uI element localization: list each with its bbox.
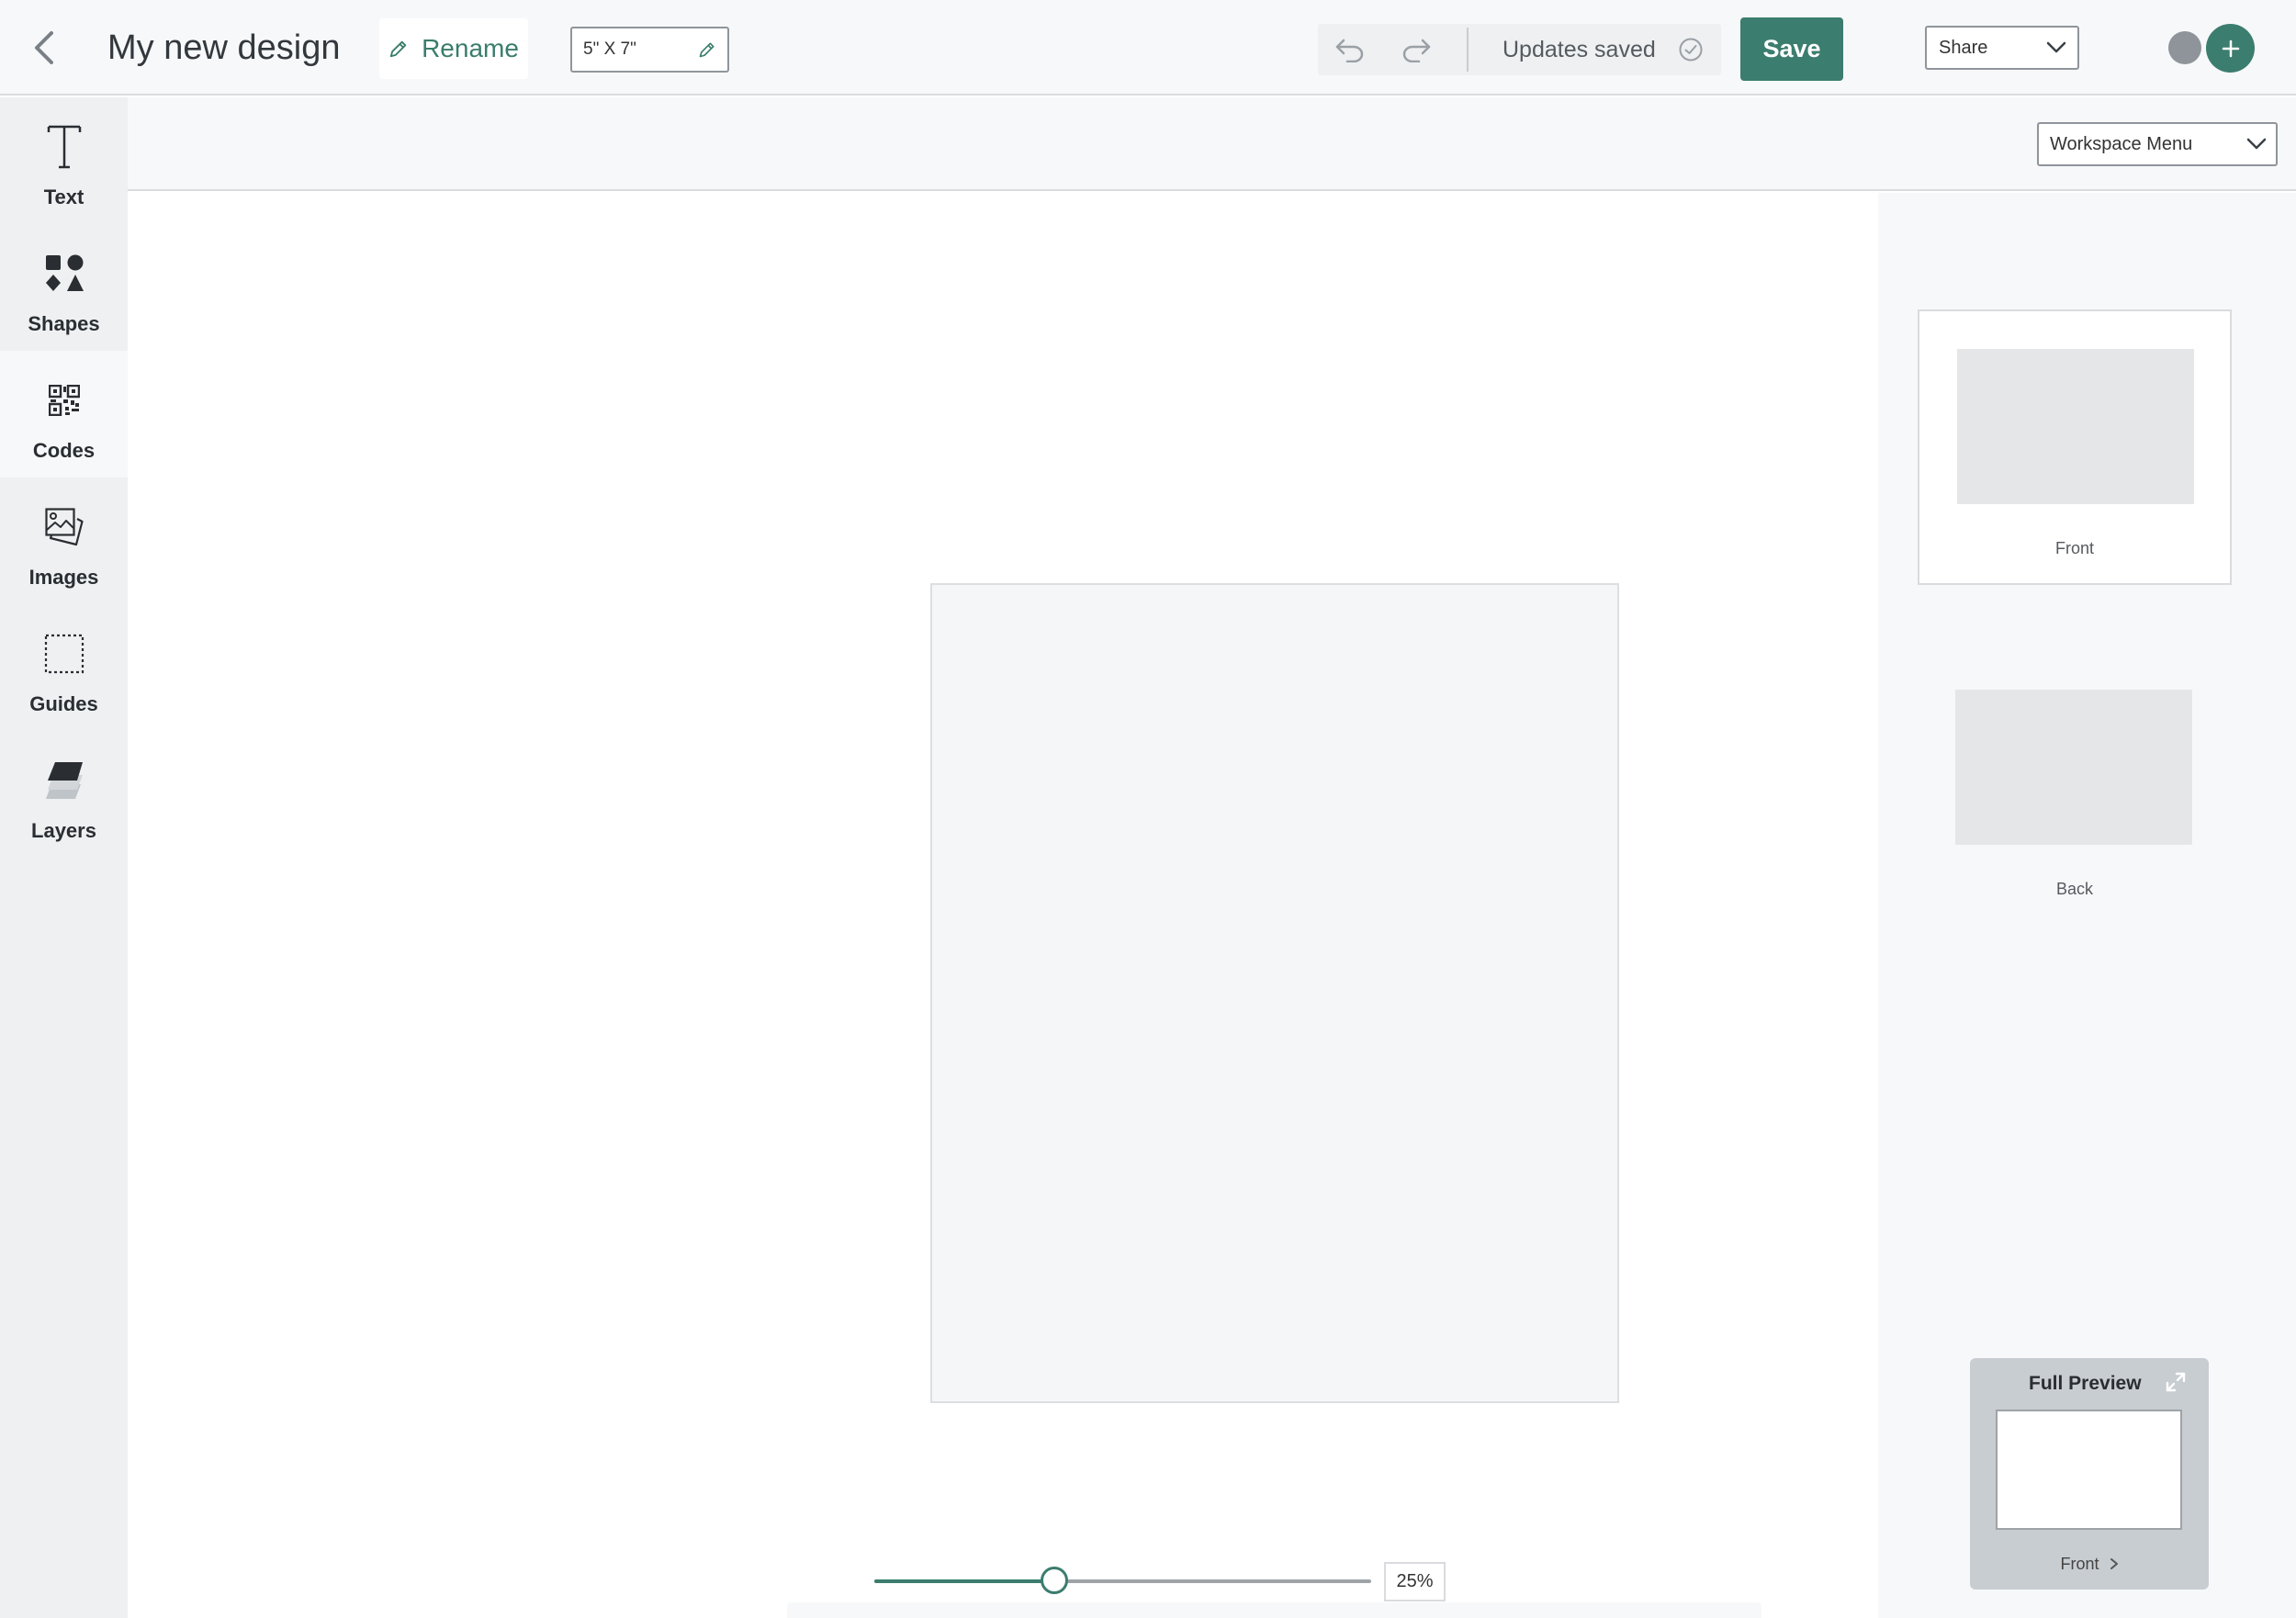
design-title: My new design [107,28,341,67]
save-button[interactable]: Save [1740,17,1843,81]
add-collaborator-button[interactable] [2206,24,2255,73]
page-card-front[interactable]: Front [1918,309,2232,585]
redo-button[interactable] [1384,24,1448,75]
sidebar-item-label: Text [43,185,84,208]
sidebar-item-text[interactable]: Text [0,97,128,224]
save-status: Updates saved [1503,37,1656,62]
canvas-area[interactable] [128,193,1878,1618]
chevron-left-icon [35,31,53,64]
workspace-menu-label: Workspace Menu [2050,133,2193,154]
check-circle-icon [1679,38,1703,62]
sidebar-item-shapes[interactable]: Shapes [0,224,128,351]
expand-icon[interactable] [2166,1372,2186,1392]
undo-button[interactable] [1318,24,1382,75]
size-field[interactable]: 5" X 7" [570,27,729,73]
sidebar-item-codes[interactable]: Codes [0,351,128,478]
zoom-slider[interactable] [874,1567,1371,1594]
chevron-right-icon [2110,1558,2118,1569]
text-icon [47,125,81,169]
page-thumbnail [1957,349,2194,504]
share-dropdown[interactable]: Share [1925,26,2079,70]
chevron-down-icon [2046,41,2066,53]
sidebar-item-label: Shapes [28,312,100,335]
page-label: Front [2054,539,2094,557]
zoom-slider-fill [874,1579,1055,1583]
full-preview-thumbnail [1996,1410,2182,1530]
redo-icon [1402,39,1431,62]
images-icon [44,508,84,546]
tools-sidebar: Text Shapes Codes Images Guides Layers [0,97,128,1618]
top-bar: My new design Rename 5" X 7" Updates sav… [0,0,2296,96]
quick-actions-bar [787,1602,1761,1618]
share-label: Share [1939,37,1988,58]
size-value: 5" X 7" [583,39,636,59]
page-card-back[interactable]: Back [1918,652,2232,927]
sidebar-item-layers[interactable]: Layers [0,731,128,858]
sidebar-item-label: Layers [31,819,96,842]
full-preview-page[interactable]: Front [1970,1555,2209,1574]
chevron-down-icon [2246,138,2267,150]
back-button[interactable] [26,28,62,68]
divider [1467,28,1469,72]
sidebar-item-guides[interactable]: Guides [0,604,128,731]
artboard[interactable] [930,583,1619,1403]
rename-label: Rename [422,34,519,62]
page-thumbnail [1955,690,2192,845]
full-preview-panel[interactable]: Full Preview Front [1970,1358,2209,1590]
zoom-slider-thumb[interactable] [1041,1567,1069,1594]
sidebar-item-label: Images [28,566,99,589]
shapes-icon [45,254,84,291]
history-group: Updates saved [1318,24,1721,75]
sidebar-item-label: Codes [32,439,96,462]
sidebar-item-images[interactable]: Images [0,478,128,604]
pencil-icon[interactable] [698,40,716,59]
undo-icon [1335,39,1364,62]
guides-icon [44,634,84,674]
full-preview-title: Full Preview [2029,1373,2142,1394]
page-label: Back [2055,880,2094,898]
pencil-icon [389,40,407,58]
avatar[interactable] [2168,31,2201,64]
qr-code-icon [48,385,80,416]
zoom-value[interactable]: 25% [1384,1562,1446,1601]
plus-icon [2222,39,2239,57]
sidebar-item-label: Guides [29,692,98,715]
layers-icon [45,762,83,799]
full-preview-page-label: Front [2060,1555,2099,1573]
rename-button[interactable]: Rename [379,18,528,79]
workspace-toolbar [128,97,2296,191]
workspace-menu-dropdown[interactable]: Workspace Menu [2037,122,2278,166]
